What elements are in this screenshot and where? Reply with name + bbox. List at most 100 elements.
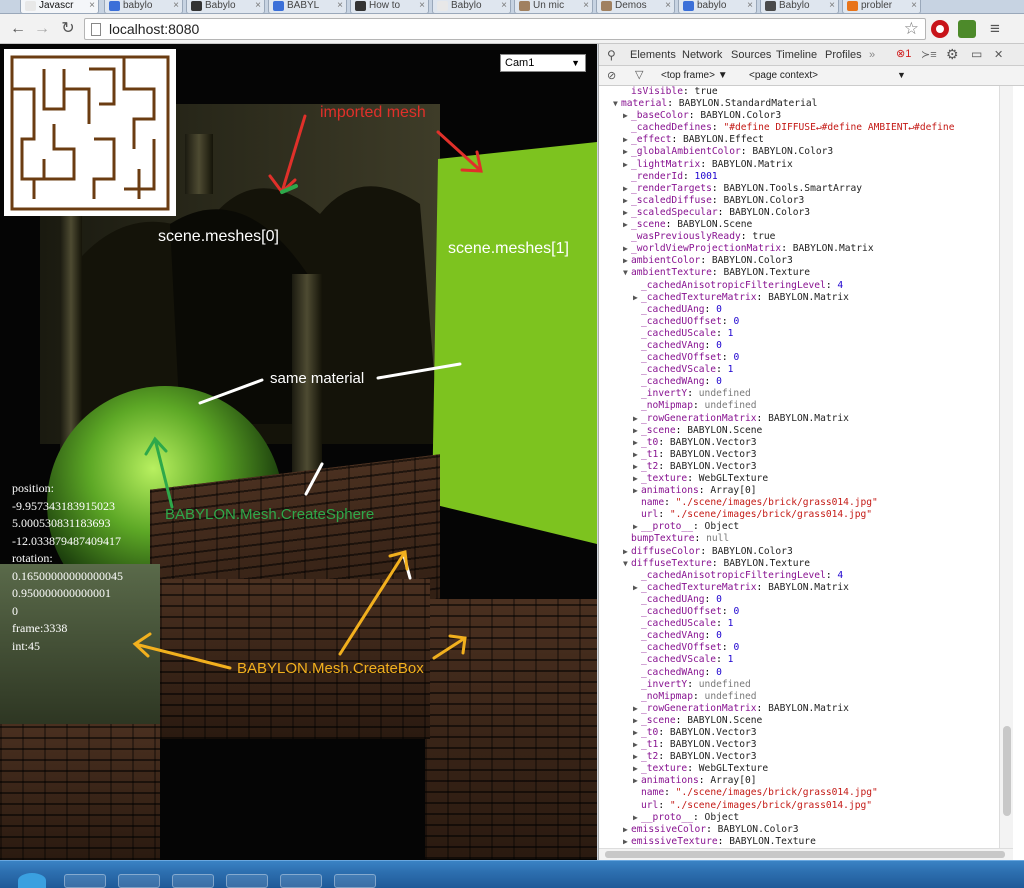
browser-tab[interactable]: Un mic × <box>514 0 593 13</box>
tree-row[interactable]: ▶ _t1: BABYLON.Vector3 <box>599 449 999 461</box>
h-scrollbar-thumb[interactable] <box>605 851 1005 858</box>
tree-row[interactable]: url: "./scene/images/brick/grass014.jpg" <box>599 509 999 521</box>
tree-row[interactable]: ▼ diffuseTexture: BABYLON.Texture <box>599 558 999 570</box>
tab-overflow[interactable]: » <box>869 49 875 61</box>
tree-row[interactable]: ▶ _t0: BABYLON.Vector3 <box>599 437 999 449</box>
collapsed-triangle-icon[interactable]: ▶ <box>633 703 641 715</box>
tree-row[interactable]: _invertY: undefined <box>599 388 999 400</box>
search-icon[interactable]: ⚲ <box>607 48 616 62</box>
devtools-scrollbar[interactable] <box>999 86 1013 848</box>
collapsed-triangle-icon[interactable]: ▶ <box>633 437 641 449</box>
tab-close-icon[interactable]: × <box>911 0 917 12</box>
tree-row[interactable]: ▶ _rowGenerationMatrix: BABYLON.Matrix <box>599 413 999 425</box>
tree-row[interactable]: name: "./scene/images/brick/grass014.jpg… <box>599 497 999 509</box>
tab-close-icon[interactable]: × <box>665 0 671 12</box>
tab-close-icon[interactable]: × <box>89 0 95 12</box>
tree-row[interactable]: ▶ _worldViewProjectionMatrix: BABYLON.Mat… <box>599 243 999 255</box>
collapsed-triangle-icon[interactable]: ▶ <box>623 207 631 219</box>
tree-row[interactable]: ▶ _cachedTextureMatrix: BABYLON.Matrix <box>599 582 999 594</box>
collapsed-triangle-icon[interactable]: ▶ <box>623 243 631 255</box>
tab-close-icon[interactable]: × <box>419 0 425 12</box>
taskbar-cmd[interactable] <box>118 874 160 888</box>
forward-icon[interactable]: → <box>32 19 52 39</box>
reload-icon[interactable]: ↻ <box>58 19 78 39</box>
scrollbar-thumb[interactable] <box>1003 726 1011 816</box>
browser-tab[interactable]: Babylo × <box>186 0 265 13</box>
browser-tab[interactable]: probler × <box>842 0 921 13</box>
browser-tab[interactable]: babylo × <box>104 0 183 13</box>
tree-row[interactable]: name: "./scene/images/brick/grass014.jpg… <box>599 787 999 799</box>
frame-select[interactable]: <top frame> ▼ <box>661 70 728 81</box>
tree-row[interactable]: ▶ _scaledDiffuse: BABYLON.Color3 <box>599 195 999 207</box>
collapsed-triangle-icon[interactable]: ▶ <box>633 413 641 425</box>
gear-icon[interactable]: ⚙ <box>946 46 959 63</box>
collapsed-triangle-icon[interactable]: ▶ <box>633 727 641 739</box>
tree-row[interactable]: _cachedVOffset: 0 <box>599 352 999 364</box>
tree-row[interactable]: ▶ diffuseColor: BABYLON.Color3 <box>599 546 999 558</box>
tree-row[interactable]: _cachedVAng: 0 <box>599 630 999 642</box>
tree-row[interactable]: ▶ __proto__: Object <box>599 521 999 533</box>
tree-row[interactable]: ▶ _lightMatrix: BABYLON.Matrix <box>599 159 999 171</box>
tree-row[interactable]: _cachedWAng: 0 <box>599 667 999 679</box>
tree-row[interactable]: _cachedUAng: 0 <box>599 594 999 606</box>
collapsed-triangle-icon[interactable]: ▶ <box>633 715 641 727</box>
tab-close-icon[interactable]: × <box>747 0 753 12</box>
tab-elements[interactable]: Elements <box>630 49 676 61</box>
tree-row[interactable]: _noMipmap: undefined <box>599 691 999 703</box>
collapsed-triangle-icon[interactable]: ▶ <box>633 473 641 485</box>
collapsed-triangle-icon[interactable]: ▶ <box>623 146 631 158</box>
tree-row[interactable]: ▼ ambientTexture: BABYLON.Texture <box>599 267 999 279</box>
tree-row[interactable]: ▶ _globalAmbientColor: BABYLON.Color3 <box>599 146 999 158</box>
tab-close-icon[interactable]: × <box>337 0 343 12</box>
tree-row[interactable]: ▼ material: BABYLON.StandardMaterial <box>599 98 999 110</box>
tree-row[interactable]: ▶ animations: Array[0] <box>599 775 999 787</box>
collapsed-triangle-icon[interactable]: ▶ <box>623 110 631 122</box>
collapsed-triangle-icon[interactable]: ▶ <box>633 521 641 533</box>
tree-row[interactable]: _renderId: 1001 <box>599 171 999 183</box>
babylon-canvas[interactable]: Cam1 ▼ imported mesh scene.meshes[0] sce… <box>0 44 597 860</box>
taskbar-firefox[interactable] <box>172 874 214 888</box>
tree-row[interactable]: ▶ _scene: BABYLON.Scene <box>599 715 999 727</box>
tree-row[interactable]: ▶ ambientColor: BABYLON.Color3 <box>599 255 999 267</box>
tree-row[interactable]: ▶ _t2: BABYLON.Vector3 <box>599 751 999 763</box>
browser-tab[interactable]: Javascr × <box>20 0 99 13</box>
clear-console-icon[interactable]: ⊘ <box>607 69 616 82</box>
tree-row[interactable]: ▶ _texture: WebGLTexture <box>599 763 999 775</box>
expanded-triangle-icon[interactable]: ▼ <box>623 558 631 570</box>
skype-icon[interactable] <box>18 873 46 888</box>
expanded-triangle-icon[interactable]: ▼ <box>613 98 621 110</box>
tab-sources[interactable]: Sources <box>731 49 771 61</box>
address-bar[interactable]: localhost:8080 ☆ <box>84 18 926 40</box>
collapsed-triangle-icon[interactable]: ▶ <box>633 739 641 751</box>
browser-tab[interactable]: Babylo × <box>760 0 839 13</box>
tree-row[interactable]: ▶ emissiveTexture: BABYLON.Texture <box>599 836 999 848</box>
tab-close-icon[interactable]: × <box>255 0 261 12</box>
tree-row[interactable]: _noMipmap: undefined <box>599 400 999 412</box>
tree-row[interactable]: ▶ _t0: BABYLON.Vector3 <box>599 727 999 739</box>
tree-row[interactable]: _wasPreviouslyReady: true <box>599 231 999 243</box>
tree-row[interactable]: ▶ _scene: BABYLON.Scene <box>599 219 999 231</box>
tree-row[interactable]: isVisible: true <box>599 86 999 98</box>
collapsed-triangle-icon[interactable]: ▶ <box>623 219 631 231</box>
console-drawer-icon[interactable]: ≻≡ <box>921 48 937 61</box>
close-icon[interactable]: ✕ <box>994 48 1003 61</box>
tree-row[interactable]: ▶ _effect: BABYLON.Effect <box>599 134 999 146</box>
context-select[interactable]: <page context> <box>749 70 818 81</box>
taskbar-app-4[interactable] <box>226 874 268 888</box>
taskbar-app-6[interactable] <box>334 874 376 888</box>
collapsed-triangle-icon[interactable]: ▶ <box>623 255 631 267</box>
taskbar-app-1[interactable] <box>64 874 106 888</box>
extension-icon[interactable] <box>958 20 976 38</box>
tree-row[interactable]: _cachedAnisotropicFilteringLevel: 4 <box>599 280 999 292</box>
tree-row[interactable]: ▶ _t2: BABYLON.Vector3 <box>599 461 999 473</box>
collapsed-triangle-icon[interactable]: ▶ <box>633 485 641 497</box>
tree-row[interactable]: ▶ emissiveColor: BABYLON.Color3 <box>599 824 999 836</box>
collapsed-triangle-icon[interactable]: ▶ <box>623 195 631 207</box>
collapsed-triangle-icon[interactable]: ▶ <box>623 836 631 848</box>
collapsed-triangle-icon[interactable]: ▶ <box>633 582 641 594</box>
tree-row[interactable]: ▶ _baseColor: BABYLON.Color3 <box>599 110 999 122</box>
tree-row[interactable]: ▶ _scene: BABYLON.Scene <box>599 425 999 437</box>
tree-row[interactable]: _cachedVScale: 1 <box>599 364 999 376</box>
tree-row[interactable]: _invertY: undefined <box>599 679 999 691</box>
expanded-triangle-icon[interactable]: ▼ <box>623 267 631 279</box>
